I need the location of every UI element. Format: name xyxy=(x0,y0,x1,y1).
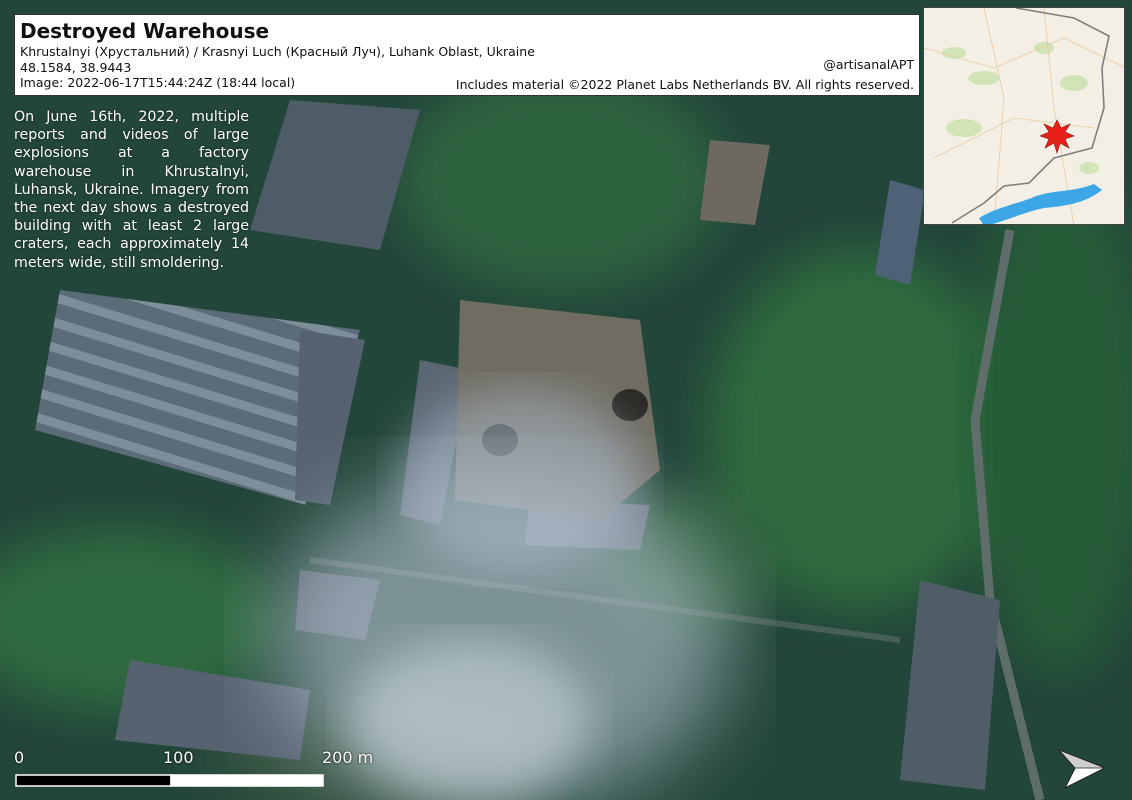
north-arrow-icon xyxy=(1058,749,1107,790)
scale-label-0: 0 xyxy=(14,748,25,767)
explosion-marker-icon xyxy=(1039,119,1075,155)
location-label: Khrustalnyi (Хрустальний) / Krasnyi Luch… xyxy=(20,44,535,59)
author-handle: @artisanalAPT xyxy=(823,57,914,72)
inset-locator-map xyxy=(923,7,1125,225)
event-description: On June 16th, 2022, multiple reports and… xyxy=(14,109,249,271)
scale-bar: 0 100 200 m xyxy=(14,748,374,792)
coordinates-label: 48.1584, 38.9443 xyxy=(20,59,132,75)
inset-map-graphic xyxy=(924,8,1124,224)
imagery-credit: Includes material ©2022 Planet Labs Neth… xyxy=(455,77,914,92)
scale-bar-graphic xyxy=(15,774,324,787)
scale-label-200: 200 m xyxy=(322,748,374,767)
scale-label-100: 100 xyxy=(163,748,194,767)
title-panel: Destroyed Warehouse Khrustalnyi (Хрустал… xyxy=(14,14,920,96)
map-title: Destroyed Warehouse xyxy=(20,19,270,43)
